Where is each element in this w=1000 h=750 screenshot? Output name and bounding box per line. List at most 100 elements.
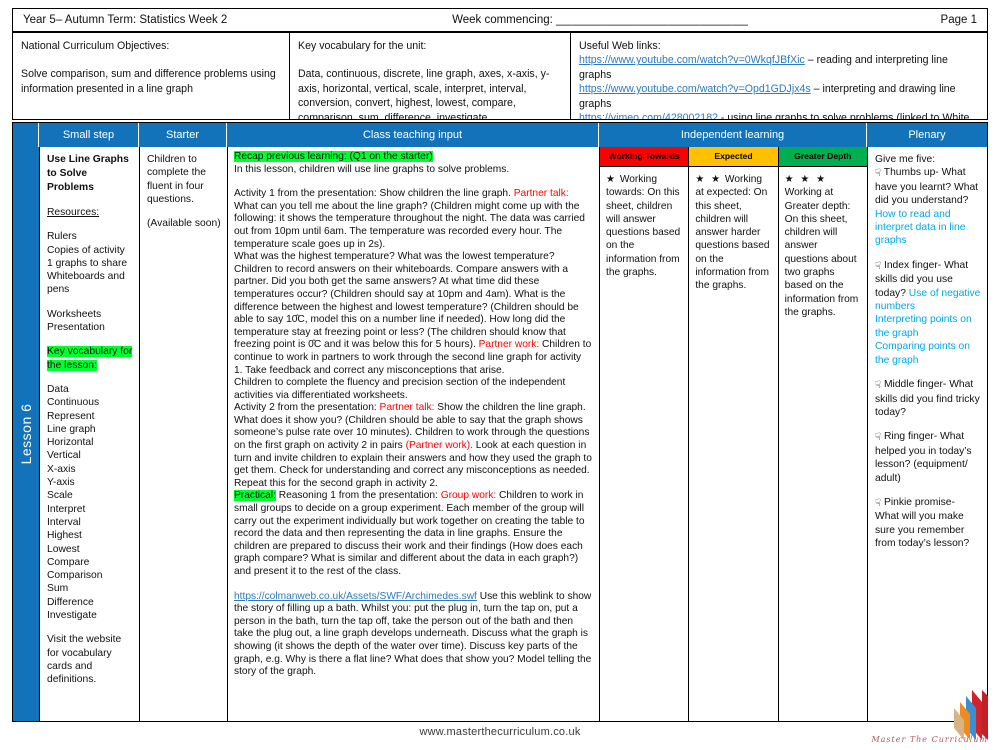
independent-column-working-towards: Working Towards ★ Working towards: On th… xyxy=(600,147,690,721)
week-commencing-field: Week commencing: _______________________… xyxy=(452,14,748,26)
useful-web-links-cell: Useful Web links: https://www.youtube.co… xyxy=(571,33,987,119)
activity2-lead: Activity 2 from the presentation: xyxy=(234,402,380,414)
web-link-url[interactable]: https://vimeo.com/428002182 xyxy=(579,112,718,119)
plenary-item: ☟ Index finger- What skills did you use … xyxy=(875,259,981,367)
independent-column-expected: Expected ★ ★ Working at expected: On thi… xyxy=(689,147,779,721)
footer-website-url: www.masterthecurriculum.co.uk xyxy=(419,726,581,738)
badge-working-towards: Working Towards xyxy=(600,147,689,167)
plenary-item: ☟ Ring finger- What helped you in today’… xyxy=(875,430,981,485)
page-title-row: Year 5– Autumn Term: Statistics Week 2 W… xyxy=(12,8,988,32)
activity1-lead: Activity 1 from the presentation: Show c… xyxy=(234,188,514,200)
working-towards-text: Working towards: On this sheet, children… xyxy=(606,174,681,279)
lesson-number-label: Lesson 6 xyxy=(18,403,34,465)
web-link-row: https://www.youtube.com/watch?v=Opd1GDJj… xyxy=(579,82,979,111)
lesson-table: Small step Starter Class teaching input … xyxy=(12,122,988,722)
plenary-prompt: Thumbs up- What have you learnt? What di… xyxy=(875,167,979,207)
nc-heading: National Curriculum Objectives: xyxy=(21,40,170,52)
badge-greater-depth: Greater Depth xyxy=(778,147,867,167)
star-rating-three: ★ ★ ★ xyxy=(784,174,828,185)
expected-content: ★ ★ Working at expected: On this sheet, … xyxy=(689,167,777,297)
term-title: Year 5– Autumn Term: Statistics Week 2 xyxy=(23,14,228,26)
column-header-class-teaching-input: Class teaching input xyxy=(227,123,599,147)
hand-icon: ☟ xyxy=(875,260,882,272)
star-rating-two: ★ ★ xyxy=(695,174,723,185)
cell-starter: Children to complete the fluent in four … xyxy=(139,147,227,721)
starter-availability: (Available soon) xyxy=(147,218,221,230)
recap-line: Recap previous learning: (Q1 on the star… xyxy=(234,151,592,164)
key-vocabulary-cell: Key vocabulary for the unit: Data, conti… xyxy=(290,33,571,119)
vocab-heading: Key vocabulary for the unit: xyxy=(298,40,427,52)
vocab-body: Data, continuous, discrete, line graph, … xyxy=(298,68,550,119)
table-body-band: Lesson 6 Use Line Graphs to Solve Proble… xyxy=(13,147,987,721)
lesson-strip-header xyxy=(13,123,39,147)
starter-text: Children to complete the fluent in four … xyxy=(147,154,206,205)
small-step-title: Use Line Graphs to Solve Problems xyxy=(47,154,129,193)
cell-independent-learning: Working Towards ★ Working towards: On th… xyxy=(599,147,867,721)
web-link-row: https://vimeo.com/428002182 - using line… xyxy=(579,111,979,119)
web-link-url[interactable]: https://www.youtube.com/watch?v=Opd1GDJj… xyxy=(579,83,811,95)
group-work-tag: Group work: xyxy=(440,490,497,502)
partner-talk-tag: Partner talk: xyxy=(513,188,569,200)
plenary-prompt: Ring finger- What helped you in today’s … xyxy=(875,431,972,484)
column-header-small-step: Small step xyxy=(39,123,139,147)
plenary-item: ☟ Thumbs up- What have you learnt? What … xyxy=(875,166,981,247)
resources-list: Rulers Copies of activity 1 graphs to sh… xyxy=(47,231,128,296)
expected-text: Working at expected: On this sheet, chil… xyxy=(695,174,770,292)
teaching-intro: In this lesson, children will use line g… xyxy=(234,163,510,175)
cell-small-step: Use Line Graphs to Solve Problems Resour… xyxy=(39,147,139,721)
table-header-band: Small step Starter Class teaching input … xyxy=(13,123,987,147)
teaching-practical: Practical: Reasoning 1 from the presenta… xyxy=(234,490,592,578)
plenary-prompt: Middle finger- What skills did you find … xyxy=(875,379,980,418)
page-number: Page 1 xyxy=(940,14,977,26)
teaching-activity-2: Activity 2 from the presentation: Partne… xyxy=(234,402,592,490)
cell-plenary: Give me five: ☟ Thumbs up- What have you… xyxy=(867,147,987,721)
lesson-vocabulary-list: Data Continuous Represent Line graph Hor… xyxy=(47,383,103,622)
plenary-prompt: Pinkie promise- What will you make sure … xyxy=(875,496,970,550)
lesson-number-strip: Lesson 6 xyxy=(13,147,39,721)
vocabulary-website-note: Visit the website for vocabulary cards a… xyxy=(47,634,122,686)
national-curriculum-cell: National Curriculum Objectives: Solve co… xyxy=(13,33,290,119)
resources-label: Resources: xyxy=(47,207,100,218)
hand-icon: ☟ xyxy=(875,497,882,509)
brand-wordmark: Master The Curriculum xyxy=(871,735,988,744)
practical-body: Children to work in small groups to deci… xyxy=(234,490,585,577)
column-header-plenary: Plenary xyxy=(908,129,946,141)
archimedes-weblink[interactable]: https://colmanweb.co.uk/Assets/SWF/Archi… xyxy=(234,591,477,602)
plenary-item: ☟ Pinkie promise- What will you make sur… xyxy=(875,496,981,551)
independent-column-greater-depth: Greater Depth ★ ★ ★ Working at Greater d… xyxy=(778,147,867,721)
column-header-independent-learning: Independent learning xyxy=(599,123,867,147)
hand-icon: ☟ xyxy=(875,168,882,180)
partner-work-tag: Partner work: xyxy=(478,339,540,351)
greater-depth-content: ★ ★ ★ Working at Greater depth: On this … xyxy=(779,167,867,323)
teaching-activity-1: Activity 1 from the presentation: Show c… xyxy=(234,188,592,251)
plenary-answer: Use of negative numbers Interpreting poi… xyxy=(875,287,981,366)
resources-list-secondary: Worksheets Presentation xyxy=(47,308,105,334)
teaching-fluency: Children to complete the fluency and pre… xyxy=(234,377,566,401)
practical-lead: Reasoning 1 from the presentation: xyxy=(275,490,441,502)
teaching-questions: What was the highest temperature? What w… xyxy=(234,251,592,377)
key-vocabulary-label: Key vocabulary for the lesson: xyxy=(47,346,133,371)
web-link-url[interactable]: https://www.youtube.com/watch?v=0WkqfJBf… xyxy=(579,54,805,66)
star-rating-one: ★ xyxy=(606,174,617,185)
practical-label: Practical: xyxy=(234,490,276,502)
hand-icon: ☟ xyxy=(875,432,882,444)
questions-body: What was the highest temperature? What w… xyxy=(234,251,579,351)
lesson-plan-page: Year 5– Autumn Term: Statistics Week 2 W… xyxy=(0,0,1000,750)
column-header-starter: Starter xyxy=(139,123,227,147)
working-towards-content: ★ Working towards: On this sheet, childr… xyxy=(600,167,688,283)
teaching-weblink-para: https://colmanweb.co.uk/Assets/SWF/Archi… xyxy=(234,591,592,679)
links-heading: Useful Web links: xyxy=(579,40,661,52)
greater-depth-text: Working at Greater depth: On this sheet,… xyxy=(784,187,859,318)
plenary-item: ☟ Middle finger- What skills did you fin… xyxy=(875,378,981,419)
info-row: National Curriculum Objectives: Solve co… xyxy=(12,32,988,120)
recap-label: Recap previous learning: (Q1 on the star… xyxy=(234,151,433,162)
partner-talk-tag-2: Partner talk: xyxy=(379,402,435,414)
partner-work-tag-2: (Partner work). xyxy=(405,440,473,452)
weblink-description: Use this weblink to show the story of fi… xyxy=(234,590,592,678)
hand-icon: ☟ xyxy=(875,380,882,392)
plenary-answer: How to read and interpret data in line g… xyxy=(875,208,966,247)
badge-expected: Expected xyxy=(689,147,778,167)
web-link-row: https://www.youtube.com/watch?v=0WkqfJBf… xyxy=(579,53,979,82)
cell-class-teaching-input: Recap previous learning: (Q1 on the star… xyxy=(227,147,599,721)
activity1-body: What can you tell me about the line grap… xyxy=(234,200,585,250)
